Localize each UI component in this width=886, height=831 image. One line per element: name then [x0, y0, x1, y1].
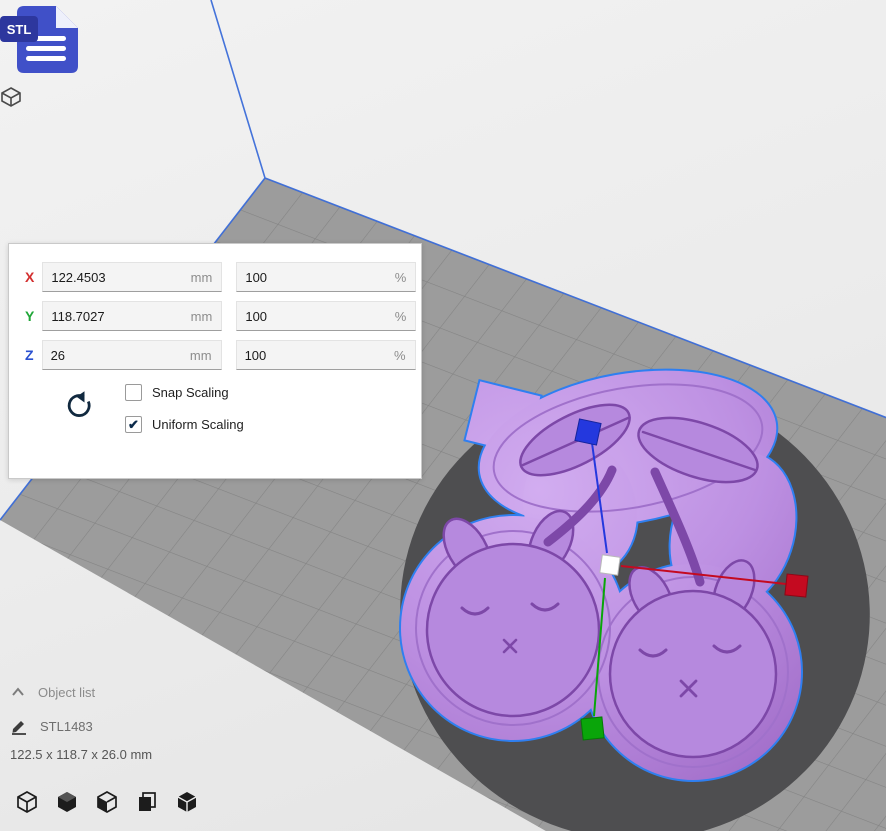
cube-solid-icon[interactable] — [54, 789, 80, 815]
cube-icon — [2, 88, 20, 106]
snap-scaling-checkbox-box[interactable] — [125, 384, 142, 401]
bottom-toolbar — [14, 789, 200, 815]
object-list-panel: Object list STL1483 122.5 x 118.7 x 26.0… — [10, 679, 152, 762]
scale-row-y: Y mm % — [25, 301, 421, 331]
scale-x-percent-field[interactable]: % — [236, 262, 416, 292]
object-list-item[interactable]: STL1483 — [10, 713, 152, 739]
object-list-title: Object list — [38, 685, 95, 700]
uniform-scaling-checkbox[interactable]: Uniform Scaling — [125, 416, 244, 433]
scale-row-x: X mm % — [25, 262, 421, 292]
scale-x-mm-input[interactable] — [43, 270, 190, 285]
rename-pencil-icon[interactable] — [10, 717, 28, 735]
cube-face-shaded-icon[interactable] — [94, 789, 120, 815]
axis-x-label: X — [25, 269, 34, 285]
scale-z-mm-input[interactable] — [43, 348, 190, 363]
scale-y-mm-field[interactable]: mm — [42, 301, 222, 331]
percent-unit-label: % — [395, 270, 416, 285]
scale-z-percent-input[interactable] — [237, 348, 394, 363]
percent-unit-label: % — [394, 348, 415, 363]
scale-z-percent-field[interactable]: % — [236, 340, 416, 370]
stl-badge: STL — [0, 16, 38, 42]
scale-y-percent-input[interactable] — [237, 309, 394, 324]
scale-y-percent-field[interactable]: % — [236, 301, 416, 331]
snap-scaling-checkbox[interactable]: Snap Scaling — [125, 384, 244, 401]
scale-z-mm-field[interactable]: mm — [42, 340, 222, 370]
uniform-scaling-label: Uniform Scaling — [152, 417, 244, 432]
mm-unit-label: mm — [191, 309, 222, 324]
axis-z-label: Z — [25, 347, 34, 363]
gizmo-center-handle[interactable] — [600, 555, 620, 575]
gizmo-x-handle[interactable] — [785, 574, 808, 597]
duplicate-icon[interactable] — [134, 789, 160, 815]
mm-unit-label: mm — [190, 348, 221, 363]
scale-tool-panel: X mm % Y mm % Z mm % — [8, 243, 422, 479]
object-dimensions: 122.5 x 118.7 x 26.0 mm — [10, 747, 152, 762]
svg-text:STL: STL — [7, 22, 32, 37]
gizmo-z-handle[interactable] — [575, 419, 601, 445]
object-list-header[interactable]: Object list — [10, 679, 152, 705]
package-box-icon[interactable] — [174, 789, 200, 815]
gizmo-y-handle[interactable] — [581, 717, 604, 740]
scale-row-z: Z mm % — [25, 340, 421, 370]
mm-unit-label: mm — [191, 270, 222, 285]
reset-scale-button[interactable] — [63, 390, 95, 422]
scale-x-mm-field[interactable]: mm — [42, 262, 222, 292]
chevron-up-icon — [10, 686, 26, 698]
scale-panel-footer: Snap Scaling Uniform Scaling — [25, 384, 421, 433]
scale-x-percent-input[interactable] — [237, 270, 394, 285]
object-name: STL1483 — [40, 719, 93, 734]
uniform-scaling-checkbox-box[interactable] — [125, 416, 142, 433]
cube-wireframe-icon[interactable] — [14, 789, 40, 815]
axis-y-label: Y — [25, 308, 34, 324]
scale-y-mm-input[interactable] — [43, 309, 190, 324]
stl-file-icon[interactable]: STL — [0, 0, 95, 115]
snap-scaling-label: Snap Scaling — [152, 385, 229, 400]
percent-unit-label: % — [395, 309, 416, 324]
